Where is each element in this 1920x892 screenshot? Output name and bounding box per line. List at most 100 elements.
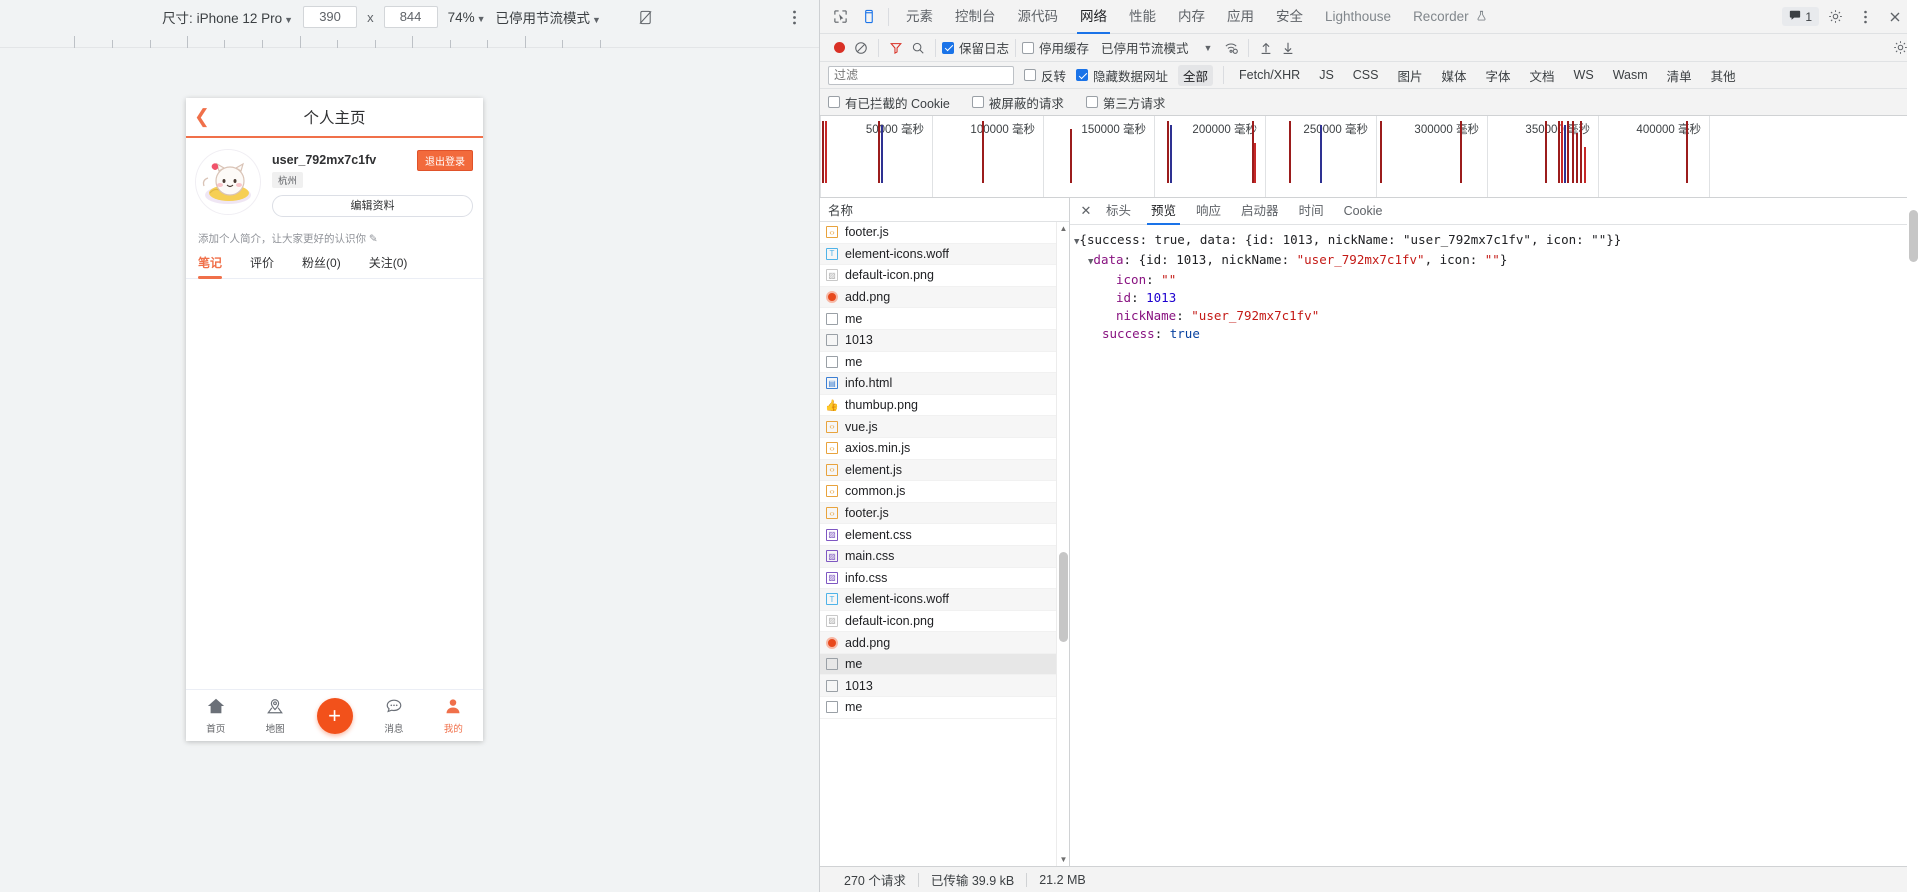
table-row[interactable]: ‹› footer.js	[820, 502, 1056, 525]
table-row[interactable]: ▨ info.css	[820, 568, 1056, 590]
scroll-up-arrow-icon[interactable]: ▲	[1057, 222, 1069, 235]
tab-sources[interactable]: 源代码	[1007, 0, 1070, 34]
type-filter-other[interactable]: 其他	[1706, 65, 1741, 86]
tab-followers[interactable]: 粉丝(0)	[302, 254, 341, 278]
nav-item-add[interactable]: +	[305, 697, 364, 734]
invert-checkbox[interactable]: 反转	[1024, 66, 1066, 85]
json-line-data[interactable]: ▼data: {id: 1013, nickName: "user_792mx7…	[1074, 251, 1915, 271]
type-filter-media[interactable]: 媒体	[1437, 65, 1472, 86]
table-row[interactable]: 👍 thumbup.png	[820, 395, 1056, 417]
device-height-input[interactable]: 844	[383, 6, 438, 28]
table-row[interactable]: ▤ info.html	[820, 373, 1056, 395]
detail-tab-cookies[interactable]: Cookie	[1334, 198, 1393, 225]
chevron-left-icon[interactable]: ❮	[194, 106, 210, 129]
disable-cache-checkbox[interactable]: 停用缓存	[1022, 38, 1089, 57]
nav-item-home[interactable]: 首页	[186, 697, 245, 735]
clear-icon[interactable]	[850, 37, 872, 59]
tab-memory[interactable]: 内存	[1167, 0, 1216, 34]
device-width-input[interactable]: 390	[303, 6, 358, 28]
inspect-icon[interactable]	[826, 4, 854, 30]
blocked-cookies-checkbox[interactable]: 有已拦截的 Cookie	[828, 93, 950, 112]
detail-tab-response[interactable]: 响应	[1186, 198, 1231, 225]
detail-tab-timing[interactable]: 时间	[1289, 198, 1334, 225]
nav-item-map[interactable]: 地图	[245, 697, 304, 735]
tab-lighthouse[interactable]: Lighthouse	[1314, 0, 1402, 34]
device-more-options-icon[interactable]	[783, 6, 805, 28]
filter-icon[interactable]	[885, 37, 907, 59]
third-party-requests-checkbox[interactable]: 第三方请求	[1085, 93, 1165, 112]
scrollbar-thumb[interactable]	[1909, 210, 1918, 262]
detail-tab-preview[interactable]: 预览	[1141, 198, 1186, 225]
gear-icon[interactable]	[1821, 4, 1849, 30]
avatar[interactable]	[196, 150, 260, 214]
table-row[interactable]: 1013	[820, 675, 1056, 698]
tab-reviews[interactable]: 评价	[250, 254, 274, 278]
type-filter-css[interactable]: CSS	[1348, 67, 1384, 83]
device-size-selector[interactable]: 尺寸: iPhone 12 Pro ▼	[162, 7, 293, 27]
table-row[interactable]: add.png	[820, 632, 1056, 654]
type-filter-font[interactable]: 字体	[1481, 65, 1516, 86]
devtools-more-options-icon[interactable]	[1851, 4, 1879, 30]
table-row[interactable]: me	[820, 308, 1056, 330]
type-filter-wasm[interactable]: Wasm	[1608, 67, 1653, 83]
table-row[interactable]: add.png	[820, 286, 1056, 309]
json-line-root[interactable]: ▼{success: true, data: {id: 1013, nickNa…	[1074, 231, 1915, 251]
logout-button[interactable]: 退出登录	[417, 150, 473, 171]
type-filter-all[interactable]: 全部	[1178, 64, 1214, 86]
network-overview-timeline[interactable]: 50000 毫秒 100000 毫秒 150000 毫秒 200000 毫秒 2…	[820, 116, 1919, 198]
table-row[interactable]: ‹› common.js	[820, 481, 1056, 503]
wifi-settings-icon[interactable]	[1220, 37, 1242, 59]
search-icon[interactable]	[907, 37, 929, 59]
close-icon[interactable]	[1881, 4, 1909, 30]
upload-icon[interactable]	[1255, 37, 1277, 59]
type-filter-manifest[interactable]: 清单	[1662, 65, 1697, 86]
filter-input[interactable]	[828, 65, 1014, 85]
table-row[interactable]: ▨ element.css	[820, 524, 1056, 546]
preserve-log-checkbox[interactable]: 保留日志	[942, 38, 1009, 57]
table-row[interactable]: ‹› element.js	[820, 459, 1056, 482]
table-row[interactable]: ‹› axios.min.js	[820, 438, 1056, 460]
table-row[interactable]: ▨ main.css	[820, 545, 1056, 568]
detail-tab-initiator[interactable]: 启动器	[1231, 198, 1289, 225]
table-row[interactable]: me	[820, 352, 1056, 374]
throttling-selector[interactable]: 已停用节流模式 ▼	[496, 7, 601, 27]
blocked-requests-checkbox[interactable]: 被屏蔽的请求	[971, 93, 1064, 112]
table-row[interactable]: 1013	[820, 329, 1056, 352]
tab-elements[interactable]: 元素	[895, 0, 944, 34]
tab-network[interactable]: 网络	[1069, 0, 1118, 34]
type-filter-fetch-xhr[interactable]: Fetch/XHR	[1234, 67, 1305, 83]
type-filter-js[interactable]: JS	[1314, 67, 1339, 83]
tab-notes[interactable]: 笔记	[198, 254, 223, 279]
scroll-down-arrow-icon[interactable]: ▼	[1057, 853, 1069, 866]
type-filter-doc[interactable]: 文档	[1525, 65, 1560, 86]
edit-profile-button[interactable]: 编辑资料	[272, 195, 473, 217]
zoom-selector[interactable]: 74% ▼	[448, 10, 486, 25]
rotate-icon[interactable]	[635, 6, 657, 28]
record-icon[interactable]	[828, 37, 850, 59]
tab-recorder[interactable]: Recorder	[1402, 0, 1498, 34]
request-list-header[interactable]: 名称	[820, 198, 1069, 222]
download-icon[interactable]	[1277, 37, 1299, 59]
table-row[interactable]: me	[820, 697, 1056, 719]
detail-tab-headers[interactable]: 标头	[1096, 198, 1141, 225]
nav-item-profile[interactable]: 我的	[424, 697, 483, 735]
close-detail-icon[interactable]: ✕	[1076, 201, 1096, 221]
request-list-scrollbar[interactable]: ▲ ▼	[1056, 222, 1069, 866]
table-row[interactable]: ▨ default-icon.png	[820, 265, 1056, 287]
table-row[interactable]: Telement-icons.woff	[820, 589, 1056, 611]
table-row[interactable]: ‹› footer.js	[820, 222, 1056, 244]
table-row[interactable]: Telement-icons.woff	[820, 243, 1056, 266]
tab-console[interactable]: 控制台	[944, 0, 1007, 34]
table-row[interactable]: me	[820, 653, 1056, 676]
throttling-selector[interactable]: 已停用节流模式 ▼	[1101, 38, 1212, 57]
tab-following[interactable]: 关注(0)	[369, 254, 408, 278]
bio-hint[interactable]: 添加个人简介，让大家更好的认识你 ✎	[186, 223, 483, 246]
message-count-badge[interactable]: 1	[1782, 7, 1819, 26]
tab-application[interactable]: 应用	[1216, 0, 1265, 34]
type-filter-ws[interactable]: WS	[1569, 67, 1599, 83]
device-toolbar-icon[interactable]	[854, 4, 882, 30]
table-row[interactable]: ▨ default-icon.png	[820, 611, 1056, 633]
scrollbar-thumb[interactable]	[1059, 552, 1068, 642]
table-row[interactable]: ‹› vue.js	[820, 416, 1056, 438]
plus-icon[interactable]: +	[316, 697, 353, 734]
